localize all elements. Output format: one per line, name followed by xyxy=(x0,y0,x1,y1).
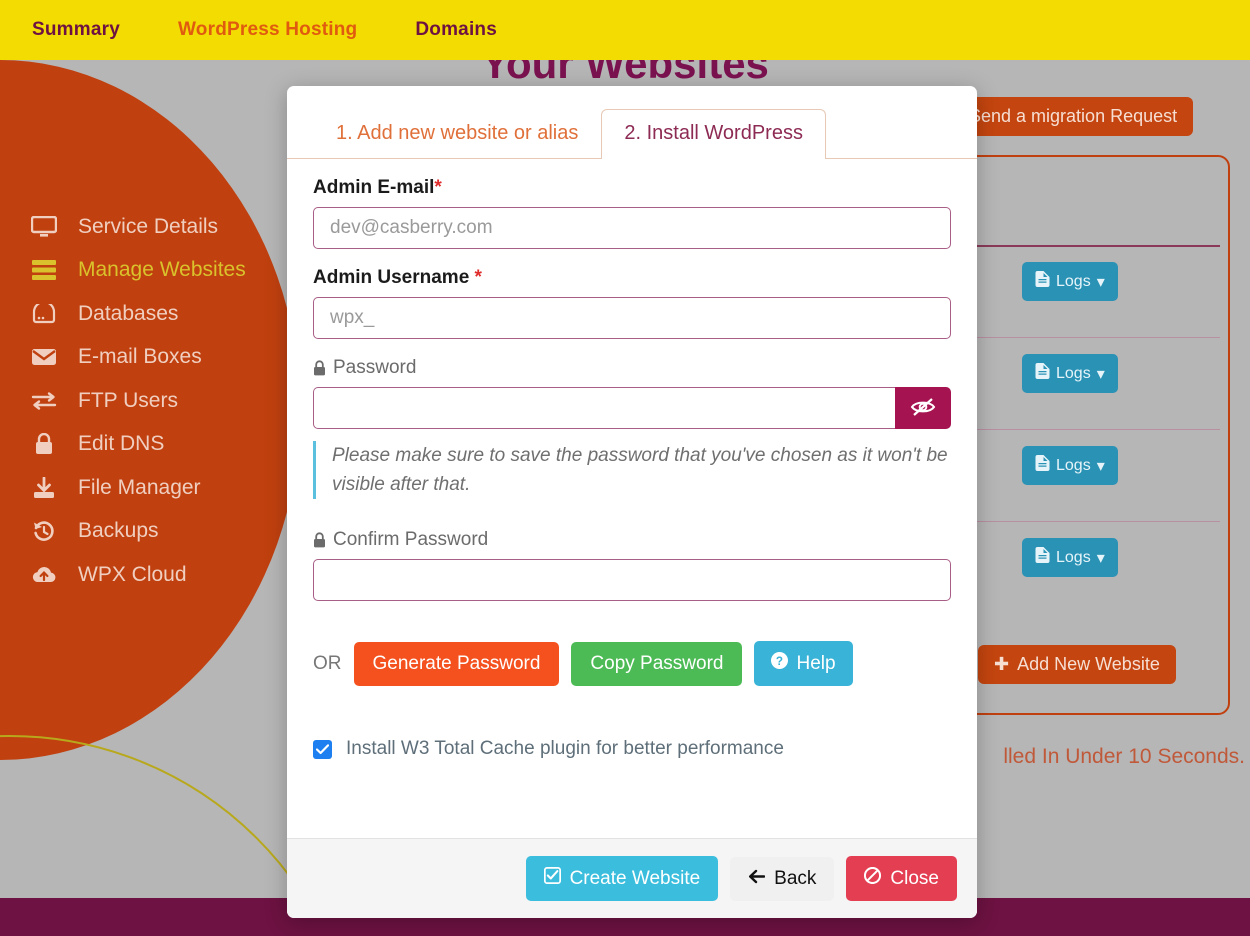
logs-button-label: Logs xyxy=(1056,456,1091,474)
logs-button[interactable]: Logs ▾ xyxy=(1022,354,1118,393)
toggle-password-visibility-button[interactable] xyxy=(895,387,951,429)
admin-email-input[interactable] xyxy=(313,207,951,249)
file-icon xyxy=(1035,271,1050,292)
envelope-icon xyxy=(28,344,60,370)
add-new-website-button[interactable]: ✚ Add New Website xyxy=(978,645,1176,684)
create-website-label: Create Website xyxy=(569,867,701,889)
question-circle-icon: ? xyxy=(771,652,789,675)
create-website-button[interactable]: Create Website xyxy=(525,856,719,901)
required-asterisk: * xyxy=(474,267,482,288)
logs-button-label: Logs xyxy=(1056,272,1091,290)
help-button-label: Help xyxy=(796,652,836,674)
admin-email-label-text: Admin E-mail xyxy=(313,177,435,198)
nav-item-domains[interactable]: Domains xyxy=(415,19,497,41)
modal-footer: Create Website Back Close xyxy=(287,838,977,918)
check-square-icon xyxy=(543,867,561,890)
send-migration-request-button[interactable]: Send a migration Request xyxy=(953,97,1194,136)
admin-username-label: Admin Username * xyxy=(313,267,951,289)
password-input[interactable] xyxy=(313,387,895,429)
lock-icon xyxy=(28,431,60,457)
server-icon xyxy=(28,257,60,283)
sidebar-item-databases[interactable]: Databases xyxy=(0,292,300,336)
close-button[interactable]: Close xyxy=(846,856,957,901)
plus-icon: ✚ xyxy=(994,654,1010,674)
file-icon xyxy=(1035,363,1050,384)
caret-down-icon: ▾ xyxy=(1096,549,1105,567)
admin-username-label-text: Admin Username xyxy=(313,267,475,288)
logs-button[interactable]: Logs ▾ xyxy=(1022,262,1118,301)
password-field-group xyxy=(313,387,951,429)
w3-cache-checkbox[interactable] xyxy=(313,739,332,759)
copy-password-button[interactable]: Copy Password xyxy=(571,641,743,686)
back-button-label: Back xyxy=(774,867,817,889)
logs-button-label: Logs xyxy=(1056,548,1091,566)
caret-down-icon: ▾ xyxy=(1096,365,1105,383)
password-label: Password xyxy=(313,357,951,379)
arrow-left-icon xyxy=(748,868,766,890)
caret-down-icon: ▾ xyxy=(1096,457,1105,475)
password-note: Please make sure to save the password th… xyxy=(313,441,951,499)
lock-icon xyxy=(313,531,326,549)
modal-tabs: 1. Add new website or alias 2. Install W… xyxy=(287,86,977,159)
sidebar-item-label: WPX Cloud xyxy=(78,562,187,586)
password-label-text: Password xyxy=(333,357,417,378)
logs-button[interactable]: Logs ▾ xyxy=(1022,538,1118,577)
monitor-icon xyxy=(28,214,60,240)
sidebar-item-label: FTP Users xyxy=(78,388,178,412)
download-icon xyxy=(28,475,60,501)
help-button[interactable]: ? Help xyxy=(754,641,853,686)
sidebar: Service Details Manage Websites Database… xyxy=(0,205,300,597)
file-icon xyxy=(1035,455,1050,476)
sidebar-item-label: Edit DNS xyxy=(78,432,165,456)
confirm-password-input[interactable] xyxy=(313,559,951,601)
generate-password-button[interactable]: Generate Password xyxy=(353,641,560,686)
exchange-icon xyxy=(28,388,60,414)
sidebar-item-manage-websites[interactable]: Manage Websites xyxy=(0,249,300,293)
confirm-password-label-text: Confirm Password xyxy=(333,529,489,550)
cloud-upload-icon xyxy=(28,562,60,588)
sidebar-item-wpx-cloud[interactable]: WPX Cloud xyxy=(0,553,300,597)
confirm-password-label: Confirm Password xyxy=(313,529,951,551)
sidebar-item-ftp-users[interactable]: FTP Users xyxy=(0,379,300,423)
sidebar-item-label: Service Details xyxy=(78,214,219,238)
required-asterisk: * xyxy=(434,177,442,198)
app-root: Your Websites Send a migration Request L… xyxy=(0,0,1250,936)
sidebar-item-email-boxes[interactable]: E-mail Boxes xyxy=(0,336,300,380)
logs-button[interactable]: Logs ▾ xyxy=(1022,446,1118,485)
file-icon xyxy=(1035,547,1050,568)
back-button[interactable]: Back xyxy=(730,856,835,901)
sidebar-item-label: Databases xyxy=(78,301,179,325)
modal-body: 1. Add new website or alias 2. Install W… xyxy=(287,86,977,838)
nav-item-wordpress-hosting[interactable]: WordPress Hosting xyxy=(178,19,357,41)
ban-icon xyxy=(864,866,882,890)
caret-down-icon: ▾ xyxy=(1096,273,1105,291)
top-navigation: Summary WordPress Hosting Domains xyxy=(0,0,1250,60)
sidebar-item-label: Manage Websites xyxy=(78,258,246,282)
history-icon xyxy=(28,518,60,544)
tab-add-new-website[interactable]: 1. Add new website or alias xyxy=(313,109,601,159)
admin-username-input[interactable] xyxy=(313,297,951,339)
tab-install-wordpress[interactable]: 2. Install WordPress xyxy=(601,109,826,159)
sidebar-item-service-details[interactable]: Service Details xyxy=(0,205,300,249)
w3-cache-checkbox-row: Install W3 Total Cache plugin for better… xyxy=(313,738,951,760)
sidebar-item-label: File Manager xyxy=(78,475,201,499)
svg-text:?: ? xyxy=(776,655,783,668)
logs-button-label: Logs xyxy=(1056,364,1091,382)
password-actions-row: OR Generate Password Copy Password ? Hel… xyxy=(313,641,951,686)
sidebar-item-file-manager[interactable]: File Manager xyxy=(0,466,300,510)
or-label: OR xyxy=(313,652,342,674)
close-button-label: Close xyxy=(890,867,939,889)
sidebar-item-backups[interactable]: Backups xyxy=(0,510,300,554)
database-icon xyxy=(28,301,60,327)
lock-icon xyxy=(313,359,326,377)
sidebar-item-edit-dns[interactable]: Edit DNS xyxy=(0,423,300,467)
eye-slash-icon xyxy=(910,397,936,420)
admin-email-label: Admin E-mail* xyxy=(313,177,951,199)
add-new-website-label: Add New Website xyxy=(1017,654,1160,674)
sidebar-item-label: Backups xyxy=(78,519,159,543)
w3-cache-checkbox-label: Install W3 Total Cache plugin for better… xyxy=(346,738,784,759)
nav-item-summary[interactable]: Summary xyxy=(32,19,120,41)
install-wordpress-modal: 1. Add new website or alias 2. Install W… xyxy=(287,86,977,918)
sidebar-item-label: E-mail Boxes xyxy=(78,345,202,369)
